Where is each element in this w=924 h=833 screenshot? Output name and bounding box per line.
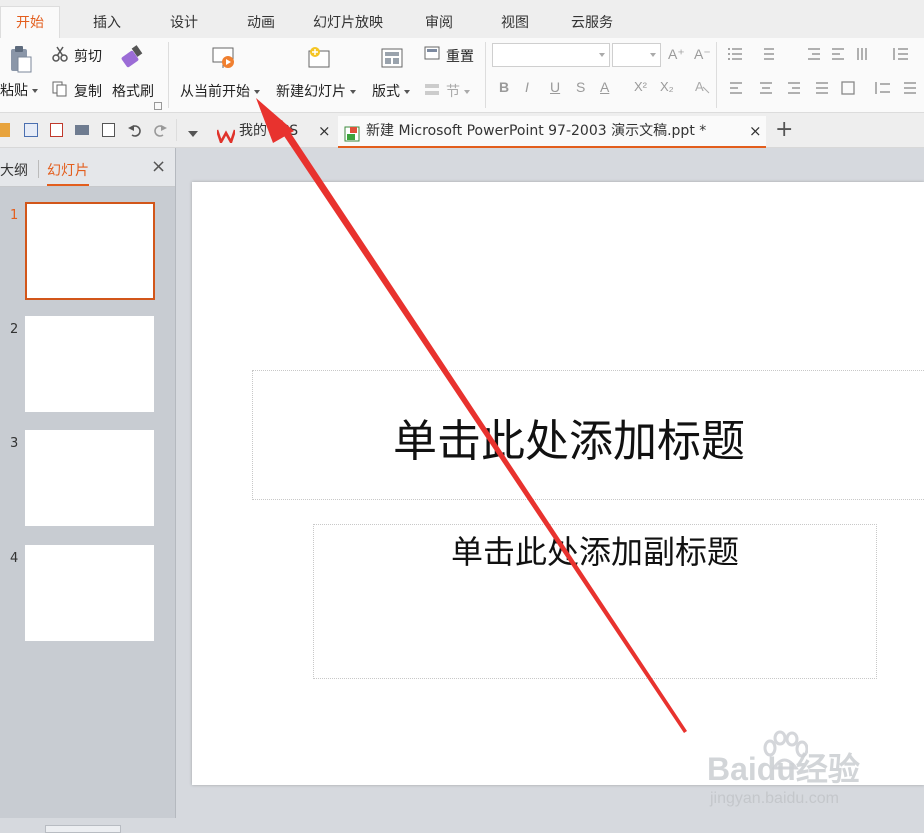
print-preview-icon[interactable] (102, 123, 115, 137)
bold-button[interactable]: B (499, 79, 509, 95)
close-tab-icon[interactable]: × (318, 116, 331, 146)
svg-text:A: A (695, 79, 704, 94)
shrink-font-button[interactable]: A⁻ (694, 46, 711, 63)
document-tab-label: 新建 Microsoft PowerPoint 97-2003 演示文稿.ppt… (366, 123, 707, 139)
cut-button[interactable]: 剪切 (74, 46, 102, 66)
paste-button[interactable]: 粘贴 (0, 80, 38, 100)
title-placeholder-text: 单击此处添加标题 (393, 416, 745, 467)
section-button[interactable]: 节 (446, 81, 470, 101)
group-separator (485, 42, 486, 108)
dialog-launcher-icon[interactable] (154, 102, 162, 110)
subtitle-placeholder-text: 单击此处添加副标题 (450, 533, 739, 571)
export-pdf-icon[interactable] (50, 123, 63, 137)
strikethrough-button[interactable]: S (576, 79, 585, 95)
tab-animation[interactable]: 动画 (247, 12, 275, 38)
slide-number: 3 (10, 436, 19, 451)
group-separator (168, 42, 169, 108)
slide-thumbnail[interactable] (25, 545, 154, 641)
watermark-brand: Baidu经验 (707, 751, 860, 787)
panel-tab-divider (38, 160, 39, 178)
layout-label: 版式 (372, 84, 400, 100)
slide-number: 4 (10, 551, 19, 566)
layout-icon (380, 46, 404, 70)
font-name-select[interactable] (492, 43, 610, 67)
tab-home[interactable]: 开始 (0, 6, 60, 39)
slide-canvas[interactable]: 单击此处添加标题 单击此处添加副标题 (192, 182, 924, 785)
redo-icon[interactable] (152, 122, 168, 138)
paste-label: 粘贴 (0, 83, 28, 99)
list-indent-icons[interactable] (728, 46, 918, 62)
baidu-watermark: Baidu经验 jingyan.baidu.com (705, 730, 924, 820)
slide-number: 2 (10, 322, 19, 337)
from-current-label: 从当前开始 (180, 84, 250, 100)
tab-slides[interactable]: 幻灯片 (47, 160, 89, 186)
copy-icon (52, 81, 68, 97)
font-size-select[interactable] (612, 43, 661, 67)
new-slide-button[interactable]: 新建幻灯片 (276, 81, 356, 101)
layout-button[interactable]: 版式 (372, 81, 410, 101)
ribbon: 粘贴 剪切 复制 格式刷 从当前开始 新建幻灯片 版式 重置 节 A⁺ A⁻ B… (0, 38, 924, 113)
section-label: 节 (446, 84, 460, 100)
reset-button[interactable]: 重置 (446, 46, 474, 66)
grow-font-button[interactable]: A⁺ (668, 46, 685, 63)
underline-button[interactable]: U (550, 79, 560, 95)
reset-icon (424, 46, 440, 62)
tab-separator (176, 119, 177, 141)
tab-slideshow[interactable]: 幻灯片放映 (313, 12, 383, 38)
wps-logo-icon (215, 124, 237, 146)
paste-icon[interactable] (8, 46, 32, 74)
tab-list-caret-icon[interactable] (188, 127, 198, 137)
status-control[interactable] (45, 825, 121, 833)
superscript-button[interactable]: X² (634, 79, 647, 94)
copy-button[interactable]: 复制 (74, 81, 102, 101)
watermark-url: jingyan.baidu.com (710, 790, 839, 807)
tab-view[interactable]: 视图 (501, 12, 529, 38)
scissors-icon (52, 46, 68, 62)
document-tab-bar: 我的WPS × 新建 Microsoft PowerPoint 97-2003 … (0, 113, 924, 148)
tab-design[interactable]: 设计 (170, 12, 198, 38)
subtitle-placeholder[interactable]: 单击此处添加副标题 (313, 524, 877, 679)
title-placeholder[interactable]: 单击此处添加标题 (252, 370, 924, 500)
ppt-file-icon (344, 123, 360, 142)
tab-my-wps[interactable]: 我的WPS × (208, 116, 335, 146)
tab-cloud[interactable]: 云服务 (571, 12, 613, 38)
section-icon (424, 82, 440, 98)
slide-thumbnail[interactable] (25, 202, 155, 300)
format-painter-icon (120, 44, 146, 70)
my-wps-label: 我的WPS (239, 123, 299, 139)
slide-thumbnail[interactable] (25, 430, 154, 526)
print-icon[interactable] (75, 125, 89, 135)
save-icon[interactable] (24, 123, 38, 137)
menu-bar: 开始 插入 设计 动画 幻灯片放映 审阅 视图 云服务 (0, 0, 924, 39)
subscript-button[interactable]: X₂ (660, 79, 674, 94)
undo-icon[interactable] (127, 122, 143, 138)
status-bar (0, 818, 924, 833)
tab-outline[interactable]: 大纲 (0, 160, 28, 180)
tab-document[interactable]: 新建 Microsoft PowerPoint 97-2003 演示文稿.ppt… (338, 116, 766, 148)
close-tab-icon[interactable]: × (749, 116, 762, 146)
clear-format-icon[interactable]: A (694, 78, 710, 94)
new-tab-button[interactable]: + (775, 115, 793, 145)
new-slide-label: 新建幻灯片 (276, 84, 346, 100)
group-separator (716, 42, 717, 108)
slide-panel: 大纲 幻灯片 × 1 2 3 4 (0, 148, 176, 831)
italic-button[interactable]: I (525, 79, 529, 95)
alignment-icons[interactable] (728, 80, 918, 96)
from-current-button[interactable]: 从当前开始 (180, 81, 260, 101)
font-color-button[interactable]: A (600, 79, 609, 95)
slide-number: 1 (10, 208, 19, 223)
tab-insert[interactable]: 插入 (93, 12, 121, 38)
tab-review[interactable]: 审阅 (425, 12, 453, 38)
panel-header: 大纲 幻灯片 × (0, 148, 175, 187)
close-panel-icon[interactable]: × (151, 156, 166, 177)
new-slide-icon (306, 46, 332, 70)
slide-thumbnail[interactable] (25, 316, 154, 412)
format-painter-button[interactable]: 格式刷 (112, 81, 154, 101)
slideshow-icon (211, 46, 237, 70)
open-folder-icon[interactable] (0, 123, 10, 137)
